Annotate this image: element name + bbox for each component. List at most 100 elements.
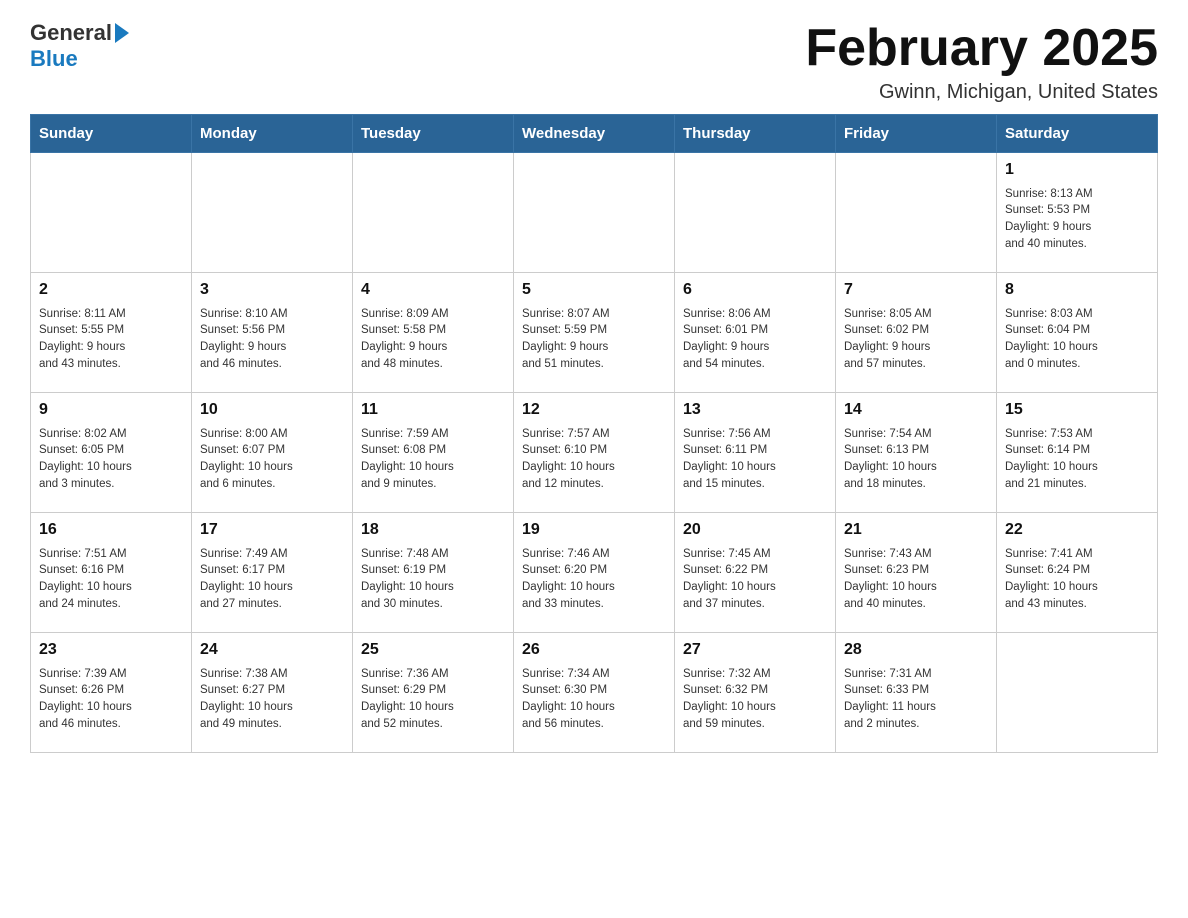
- calendar-cell: [192, 153, 353, 273]
- day-number: 26: [522, 639, 666, 661]
- calendar-cell: 1Sunrise: 8:13 AMSunset: 5:53 PMDaylight…: [997, 153, 1158, 273]
- weekday-header-friday: Friday: [836, 115, 997, 153]
- calendar-cell: [997, 633, 1158, 753]
- calendar-cell: 2Sunrise: 8:11 AMSunset: 5:55 PMDaylight…: [31, 273, 192, 393]
- day-number: 7: [844, 279, 988, 301]
- day-info: Sunrise: 8:10 AMSunset: 5:56 PMDaylight:…: [200, 306, 344, 373]
- day-info: Sunrise: 8:07 AMSunset: 5:59 PMDaylight:…: [522, 306, 666, 373]
- day-info: Sunrise: 8:05 AMSunset: 6:02 PMDaylight:…: [844, 306, 988, 373]
- weekday-header-tuesday: Tuesday: [353, 115, 514, 153]
- calendar-header: SundayMondayTuesdayWednesdayThursdayFrid…: [31, 115, 1158, 153]
- day-info: Sunrise: 8:13 AMSunset: 5:53 PMDaylight:…: [1005, 186, 1149, 253]
- calendar-cell: 20Sunrise: 7:45 AMSunset: 6:22 PMDayligh…: [675, 513, 836, 633]
- calendar-cell: 17 Sunrise: 7:49 AMSunset: 6:17 PMDayligh…: [192, 513, 353, 633]
- day-number: 17: [200, 519, 344, 541]
- day-number: 27: [683, 639, 827, 661]
- day-info: Sunrise: 7:38 AMSunset: 6:27 PMDaylight:…: [200, 666, 344, 733]
- day-info: Sunrise: 7:43 AMSunset: 6:23 PMDaylight:…: [844, 546, 988, 613]
- day-info: Sunrise: 7:32 AMSunset: 6:32 PMDaylight:…: [683, 666, 827, 733]
- calendar-cell: 28 Sunrise: 7:31 AMSunset: 6:33 PMDayligh…: [836, 633, 997, 753]
- calendar-cell: 22Sunrise: 7:41 AMSunset: 6:24 PMDayligh…: [997, 513, 1158, 633]
- day-number: 11: [361, 399, 505, 421]
- calendar-title-section: February 2025 Gwinn, Michigan, United St…: [805, 20, 1158, 104]
- calendar-cell: 6 Sunrise: 8:06 AMSunset: 6:01 PMDaylight…: [675, 273, 836, 393]
- day-info: Sunrise: 8:09 AMSunset: 5:58 PMDaylight:…: [361, 306, 505, 373]
- day-number: 13: [683, 399, 827, 421]
- calendar-cell: [31, 153, 192, 273]
- weekday-header-monday: Monday: [192, 115, 353, 153]
- day-number: 19: [522, 519, 666, 541]
- day-info: Sunrise: 7:54 AMSunset: 6:13 PMDaylight:…: [844, 426, 988, 493]
- day-number: 8: [1005, 279, 1149, 301]
- day-number: 18: [361, 519, 505, 541]
- calendar-cell: 12Sunrise: 7:57 AMSunset: 6:10 PMDayligh…: [514, 393, 675, 513]
- day-number: 25: [361, 639, 505, 661]
- day-info: Sunrise: 7:53 AMSunset: 6:14 PMDaylight:…: [1005, 426, 1149, 493]
- day-info: Sunrise: 7:41 AMSunset: 6:24 PMDaylight:…: [1005, 546, 1149, 613]
- day-info: Sunrise: 7:48 AMSunset: 6:19 PMDaylight:…: [361, 546, 505, 613]
- day-info: Sunrise: 7:39 AMSunset: 6:26 PMDaylight:…: [39, 666, 183, 733]
- day-number: 6: [683, 279, 827, 301]
- calendar-cell: 23 Sunrise: 7:39 AMSunset: 6:26 PMDayligh…: [31, 633, 192, 753]
- week-row-4: 16 Sunrise: 7:51 AMSunset: 6:16 PMDayligh…: [31, 513, 1158, 633]
- day-info: Sunrise: 7:51 AMSunset: 6:16 PMDaylight:…: [39, 546, 183, 613]
- weekday-header-wednesday: Wednesday: [514, 115, 675, 153]
- logo-general-text: General: [30, 20, 112, 46]
- week-row-3: 9 Sunrise: 8:02 AMSunset: 6:05 PMDaylight…: [31, 393, 1158, 513]
- calendar-cell: 11 Sunrise: 7:59 AMSunset: 6:08 PMDayligh…: [353, 393, 514, 513]
- calendar-cell: 25 Sunrise: 7:36 AMSunset: 6:29 PMDayligh…: [353, 633, 514, 753]
- day-number: 15: [1005, 399, 1149, 421]
- day-info: Sunrise: 8:03 AMSunset: 6:04 PMDaylight:…: [1005, 306, 1149, 373]
- day-info: Sunrise: 7:36 AMSunset: 6:29 PMDaylight:…: [361, 666, 505, 733]
- calendar-cell: [675, 153, 836, 273]
- day-info: Sunrise: 7:49 AMSunset: 6:17 PMDaylight:…: [200, 546, 344, 613]
- day-number: 20: [683, 519, 827, 541]
- day-number: 2: [39, 279, 183, 301]
- calendar-cell: 7 Sunrise: 8:05 AMSunset: 6:02 PMDaylight…: [836, 273, 997, 393]
- calendar-cell: 18 Sunrise: 7:48 AMSunset: 6:19 PMDayligh…: [353, 513, 514, 633]
- week-row-5: 23 Sunrise: 7:39 AMSunset: 6:26 PMDayligh…: [31, 633, 1158, 753]
- calendar-subtitle: Gwinn, Michigan, United States: [805, 81, 1158, 104]
- day-number: 4: [361, 279, 505, 301]
- day-number: 3: [200, 279, 344, 301]
- weekday-header-thursday: Thursday: [675, 115, 836, 153]
- day-number: 9: [39, 399, 183, 421]
- day-info: Sunrise: 7:59 AMSunset: 6:08 PMDaylight:…: [361, 426, 505, 493]
- calendar-cell: 15 Sunrise: 7:53 AMSunset: 6:14 PMDayligh…: [997, 393, 1158, 513]
- calendar-cell: [514, 153, 675, 273]
- calendar-body: 1Sunrise: 8:13 AMSunset: 5:53 PMDaylight…: [31, 153, 1158, 753]
- day-info: Sunrise: 8:00 AMSunset: 6:07 PMDaylight:…: [200, 426, 344, 493]
- calendar-cell: 14Sunrise: 7:54 AMSunset: 6:13 PMDayligh…: [836, 393, 997, 513]
- calendar-cell: [836, 153, 997, 273]
- logo-triangle-icon: [115, 23, 129, 43]
- day-number: 5: [522, 279, 666, 301]
- weekday-header-sunday: Sunday: [31, 115, 192, 153]
- day-info: Sunrise: 7:57 AMSunset: 6:10 PMDaylight:…: [522, 426, 666, 493]
- day-info: Sunrise: 8:02 AMSunset: 6:05 PMDaylight:…: [39, 426, 183, 493]
- calendar-title: February 2025: [805, 20, 1158, 77]
- calendar-cell: 10 Sunrise: 8:00 AMSunset: 6:07 PMDayligh…: [192, 393, 353, 513]
- day-number: 23: [39, 639, 183, 661]
- day-info: Sunrise: 7:46 AMSunset: 6:20 PMDaylight:…: [522, 546, 666, 613]
- calendar-cell: 21Sunrise: 7:43 AMSunset: 6:23 PMDayligh…: [836, 513, 997, 633]
- day-info: Sunrise: 8:06 AMSunset: 6:01 PMDaylight:…: [683, 306, 827, 373]
- calendar-cell: [353, 153, 514, 273]
- day-info: Sunrise: 7:31 AMSunset: 6:33 PMDaylight:…: [844, 666, 988, 733]
- logo: General Blue: [30, 20, 129, 72]
- day-number: 16: [39, 519, 183, 541]
- weekday-header-row: SundayMondayTuesdayWednesdayThursdayFrid…: [31, 115, 1158, 153]
- week-row-1: 1Sunrise: 8:13 AMSunset: 5:53 PMDaylight…: [31, 153, 1158, 273]
- day-number: 28: [844, 639, 988, 661]
- calendar-cell: 8 Sunrise: 8:03 AMSunset: 6:04 PMDaylight…: [997, 273, 1158, 393]
- calendar-cell: 13Sunrise: 7:56 AMSunset: 6:11 PMDayligh…: [675, 393, 836, 513]
- calendar-cell: 27 Sunrise: 7:32 AMSunset: 6:32 PMDayligh…: [675, 633, 836, 753]
- day-number: 10: [200, 399, 344, 421]
- calendar-cell: 4 Sunrise: 8:09 AMSunset: 5:58 PMDaylight…: [353, 273, 514, 393]
- weekday-header-saturday: Saturday: [997, 115, 1158, 153]
- day-info: Sunrise: 7:34 AMSunset: 6:30 PMDaylight:…: [522, 666, 666, 733]
- calendar-cell: 26 Sunrise: 7:34 AMSunset: 6:30 PMDayligh…: [514, 633, 675, 753]
- day-number: 24: [200, 639, 344, 661]
- week-row-2: 2Sunrise: 8:11 AMSunset: 5:55 PMDaylight…: [31, 273, 1158, 393]
- logo-blue-text: Blue: [30, 46, 78, 71]
- calendar-cell: 5 Sunrise: 8:07 AMSunset: 5:59 PMDaylight…: [514, 273, 675, 393]
